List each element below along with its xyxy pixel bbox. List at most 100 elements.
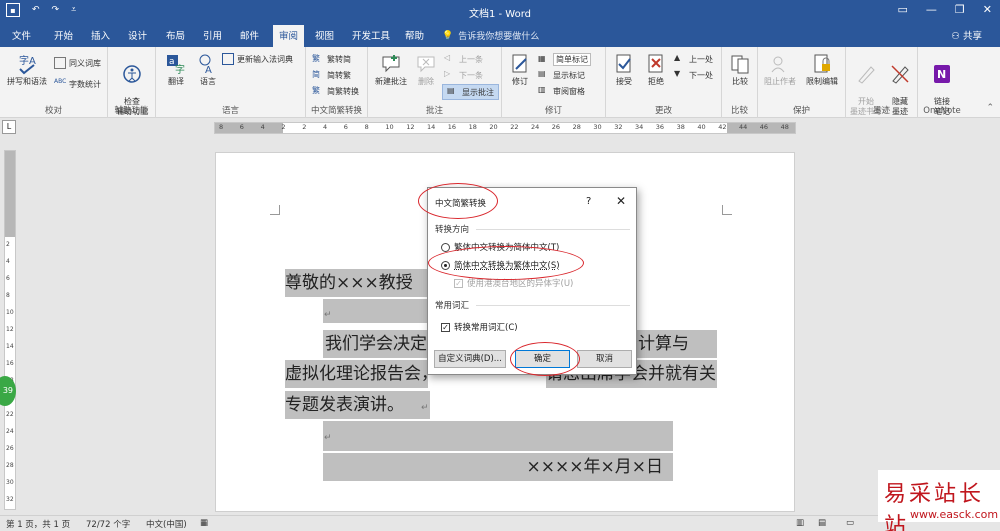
simp-trad-icon: 简	[312, 70, 320, 79]
status-bar: 第 1 页，共 1 页 72/72 个字 中文(中国) ▦ ▥ ▤ ▭	[0, 515, 1000, 531]
simple-markup-dropdown[interactable]: ▦ 简单标记	[538, 53, 591, 66]
track-changes-button[interactable]: 修订	[504, 53, 536, 87]
show-markup-button[interactable]: ▤ 显示标记	[538, 69, 585, 81]
trad-to-simp-button[interactable]: 繁 繁转简	[312, 53, 351, 65]
language-button[interactable]: A 语言	[192, 53, 224, 87]
vruler-number: 12	[6, 326, 14, 333]
group-label-changes: 更改	[654, 106, 672, 116]
simp-to-trad-button[interactable]: 简 简转繁	[312, 69, 351, 81]
track-changes-icon	[512, 54, 527, 73]
collapse-ribbon-icon[interactable]: ⌃	[986, 103, 994, 113]
reject-button[interactable]: 拒绝	[640, 53, 672, 87]
horizontal-ruler[interactable]: 8 6 4 2 2 4 6 8 10 12 14 16 18 20 22 24 26 28 30 32 34 36 38 40…	[214, 122, 796, 134]
prev-change-button[interactable]: ▲ 上一处	[674, 53, 713, 65]
tab-help[interactable]: 帮助	[405, 28, 424, 42]
status-page[interactable]: 第 1 页，共 1 页	[6, 518, 70, 530]
close-icon[interactable]: ✕	[983, 3, 992, 16]
checkbox-hk-variants[interactable]: ✓ 使用港澳台地区的异体字(U)	[454, 277, 573, 289]
review-pane-button[interactable]: ▥ 审阅窗格	[538, 85, 585, 97]
custom-dictionary-button[interactable]: 自定义词典(D)...	[434, 350, 506, 368]
review-pane-label: 审阅窗格	[553, 86, 585, 96]
prev-comment-button[interactable]: ◁ 上一条	[444, 53, 483, 65]
help-button[interactable]: ?	[586, 196, 591, 207]
translate-button[interactable]: a字 翻译	[160, 53, 192, 87]
block-authors-button[interactable]: 阻止作者	[760, 53, 800, 87]
group-accessibility: 检查 辅助功能 辅助功能	[108, 47, 156, 118]
ruler-number: 40	[697, 123, 706, 131]
print-layout-icon[interactable]: ▤	[818, 518, 826, 528]
doc-blank-line-1	[323, 299, 427, 323]
language-label: 语言	[200, 77, 216, 86]
macro-record-icon[interactable]: ▦	[200, 518, 208, 528]
ruler-number: 18	[468, 123, 477, 131]
ok-button[interactable]: 确定	[515, 350, 570, 368]
radio-simp-to-trad[interactable]: 简体中文转换为繁体中文(S)	[441, 259, 560, 271]
tab-references[interactable]: 引用	[203, 28, 222, 42]
compare-button[interactable]: 比较	[724, 53, 756, 87]
thesaurus-icon	[54, 57, 66, 69]
vertical-ruler[interactable]: 2468101214161820222426283032	[4, 150, 16, 510]
cancel-button[interactable]: 取消	[577, 350, 632, 368]
share-button[interactable]: ⚇ 共享	[951, 28, 982, 42]
new-comment-button[interactable]: 新建批注	[370, 53, 412, 87]
delete-comment-button[interactable]: 删除	[412, 53, 440, 87]
block-authors-label: 阻止作者	[764, 77, 796, 86]
radio-trad-to-simp[interactable]: 繁体中文转换为简体中文(T)	[441, 241, 559, 253]
tab-insert[interactable]: 插入	[91, 28, 110, 42]
checkbox-convert-terms[interactable]: ✓ 转换常用词汇(C)	[441, 321, 518, 333]
tab-selector[interactable]: L	[2, 120, 16, 134]
chinese-convert-button[interactable]: 繁 简繁转换	[312, 85, 359, 97]
group-label-protect: 保护	[792, 106, 810, 116]
tab-file[interactable]: 文件	[12, 28, 31, 42]
show-comments-button[interactable]: ▤ 显示批注	[442, 84, 499, 100]
ruler-number: 36	[655, 123, 665, 131]
trad-simp-icon: 繁	[312, 54, 320, 63]
read-mode-icon[interactable]: ▥	[796, 518, 804, 528]
web-layout-icon[interactable]: ▭	[846, 518, 854, 528]
checkbox-box-checked: ✓	[441, 322, 450, 332]
vruler-number: 28	[6, 462, 14, 469]
status-word-count[interactable]: 72/72 个字	[86, 518, 130, 530]
paragraph-mark: ↵	[421, 403, 429, 413]
minimize-icon[interactable]: —	[926, 3, 937, 16]
doc-line-body-1-text: 我们学会决定	[325, 334, 427, 354]
prev-comment-label: 上一条	[459, 54, 483, 64]
accept-icon	[616, 54, 631, 73]
status-language[interactable]: 中文(中国)	[146, 518, 187, 530]
tab-design[interactable]: 设计	[128, 28, 147, 42]
word-count-button[interactable]: ABC 字数统计	[54, 78, 101, 90]
tab-developer[interactable]: 开发工具	[352, 28, 390, 42]
dialog-close-icon[interactable]: ✕	[616, 194, 626, 208]
translate-icon: a字	[167, 55, 185, 75]
ruler-number: 4	[260, 123, 265, 131]
ribbon-tabs: 文件 开始 插入 设计 布局 引用 邮件 审阅 视图 开发工具 帮助 💡 告诉我…	[0, 22, 1000, 47]
restrict-editing-button[interactable]: 限制编辑	[800, 53, 844, 87]
maximize-icon[interactable]: ❐	[955, 3, 965, 16]
tab-layout[interactable]: 布局	[166, 28, 185, 42]
vruler-number: 22	[6, 411, 14, 418]
accept-button[interactable]: 接受	[608, 53, 640, 87]
tell-me-box[interactable]: 💡 告诉我你想要做什么	[442, 29, 539, 43]
next-change-button[interactable]: ▼ 下一处	[674, 69, 713, 81]
vruler-number: 24	[6, 428, 14, 435]
svg-text:A: A	[205, 65, 212, 75]
spelling-grammar-button[interactable]: 字A 拼写和语法	[4, 53, 50, 87]
lightbulb-icon: 💡	[442, 30, 454, 41]
ribbon-options-icon[interactable]: ▭	[898, 3, 908, 16]
group-compare: 比较 比较	[722, 47, 758, 118]
tab-view[interactable]: 视图	[315, 28, 334, 42]
tab-mailings[interactable]: 邮件	[240, 28, 259, 42]
tab-review[interactable]: 审阅	[273, 25, 305, 47]
doc-blank-line-2	[323, 421, 673, 451]
tab-home[interactable]: 开始	[54, 28, 73, 42]
accept-label: 接受	[616, 77, 632, 86]
thesaurus-button[interactable]: 同义词库	[54, 57, 101, 69]
hide-ink-icon	[891, 65, 909, 84]
chinese-convert-label: 简繁转换	[327, 86, 359, 96]
ruler-number: 38	[676, 123, 685, 131]
update-ime-button[interactable]: 更新输入法词典	[222, 53, 293, 65]
vruler-number: 2	[6, 241, 10, 248]
ruler-bar: L 8 6 4 2 2 4 6 8 10 12 14 16 18 20 22 24 26 28 30 32 34 36 38…	[0, 118, 1000, 138]
next-comment-button[interactable]: ▷ 下一条	[444, 69, 483, 81]
accessibility-icon	[123, 65, 141, 83]
